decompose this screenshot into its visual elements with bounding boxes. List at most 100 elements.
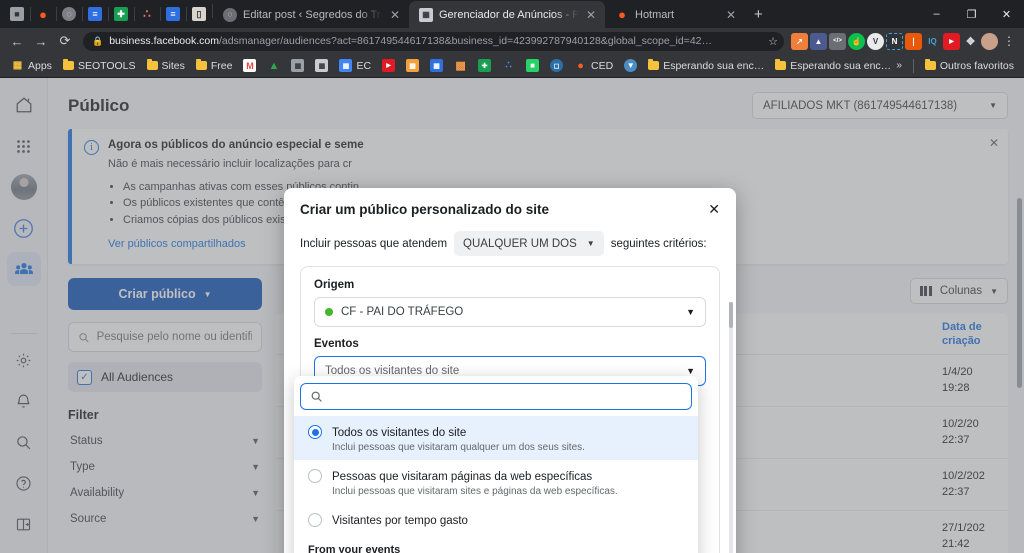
bookmark-esperando-1[interactable]: Esperando sua enc…	[643, 58, 769, 74]
bookmark-analytics[interactable]: ▩	[449, 57, 472, 74]
source-select[interactable]: CF - PAI DO TRÁFEGO ▼	[314, 297, 706, 327]
bookmark-free[interactable]: Free	[191, 58, 238, 74]
bookmark-esperando-2[interactable]: Esperando sua enc…	[770, 58, 896, 74]
folder-icon	[775, 59, 787, 70]
bookmark-archive[interactable]: ▦	[310, 57, 333, 74]
events-option-specific-pages[interactable]: Pessoas que visitaram páginas da web esp…	[294, 460, 698, 504]
events-group-heading: From your events	[308, 544, 401, 553]
source-value: CF - PAI DO TRÁFEGO	[341, 306, 464, 318]
tab-title: Gerenciador de Anúncios - Públic	[439, 8, 579, 21]
events-option-time-spent[interactable]: Visitantes por tempo gasto	[294, 504, 698, 536]
close-icon[interactable]: ✕	[585, 8, 597, 22]
tab-gerenciador-de-anuncios[interactable]: ▦ Gerenciador de Anúncios - Públic ✕	[409, 1, 605, 28]
tab-title: Hotmart	[635, 8, 675, 21]
radio-icon[interactable]	[308, 513, 322, 527]
bookmark-youtube[interactable]: ▶	[377, 57, 400, 74]
close-icon[interactable]: ✕	[389, 8, 401, 22]
iq-extension-icon[interactable]: IQ	[924, 32, 941, 50]
include-prefix-label: Incluir pessoas que atendem	[300, 237, 448, 250]
bookmarks-right-group: » Outros favoritos	[891, 58, 1019, 74]
bookmark-ec[interactable]: ▦ EC	[334, 57, 376, 74]
match-type-label: QUALQUER UM DOS	[463, 237, 577, 250]
forward-button[interactable]: →	[30, 30, 52, 52]
folder-icon	[146, 59, 158, 70]
thumbs-up-extension-icon[interactable]: ☝	[848, 32, 865, 50]
pinned-tab-8[interactable]: ▯	[186, 0, 212, 28]
new-tab-button[interactable]: +	[745, 1, 772, 28]
chrome-menu-button[interactable]: ⋮	[1000, 34, 1018, 48]
match-type-dropdown[interactable]: QUALQUER UM DOS ▼	[454, 231, 604, 256]
browser-window: ■ ● ◌ ≡ ✚ ∴ ≡ ▯ ◌ Editar post ‹ Segredos…	[0, 0, 1024, 553]
include-suffix-label: seguintes critérios:	[610, 237, 707, 250]
bookmark-mail2[interactable]: ▼	[619, 57, 642, 74]
minimize-button[interactable]: –	[919, 0, 954, 28]
tab-editar-post[interactable]: ◌ Editar post ‹ Segredos do Tráfego ✕	[213, 1, 409, 28]
bookmark-share[interactable]: ∴	[497, 57, 520, 74]
bookmark-sites[interactable]: Sites	[142, 58, 190, 74]
option-label: Todos os visitantes do site	[332, 427, 467, 439]
video-extension-icon[interactable]: ▶	[943, 32, 960, 50]
code-extension-icon[interactable]: </>	[829, 32, 846, 50]
bookmark-star-icon[interactable]: ☆	[768, 35, 778, 48]
bookmark-apps[interactable]: ▦ Apps	[6, 57, 57, 74]
close-icon[interactable]: ✕	[708, 202, 720, 216]
globe-icon: ◌	[223, 7, 237, 22]
funnel-extension-icon[interactable]: ▲	[810, 32, 827, 50]
profile-avatar[interactable]	[981, 32, 998, 50]
pinned-tab-3[interactable]: ◌	[56, 0, 82, 28]
bookmarks-overflow-button[interactable]: »	[891, 60, 907, 71]
bookmark-seotools[interactable]: SEOTOOLS	[58, 58, 141, 74]
bookmark-other-favorites[interactable]: Outros favoritos	[920, 58, 1019, 74]
bookmark-bank[interactable]: ▦	[286, 57, 309, 74]
back-button[interactable]: ←	[6, 30, 28, 52]
notion-extension-icon[interactable]: N	[886, 32, 903, 50]
bookmarks-bar: ▦ Apps SEOTOOLS Sites Free M ▲ ▦ ▦ ▦ EC	[0, 54, 1024, 78]
source-label: Origem	[314, 279, 355, 291]
events-dropdown-search[interactable]	[300, 383, 692, 410]
pinned-tab-5[interactable]: ✚	[108, 0, 134, 28]
option-text-group: Pessoas que visitaram páginas da web esp…	[332, 467, 618, 497]
tab-hotmart[interactable]: ● Hotmart ✕	[605, 1, 745, 28]
divider	[912, 58, 914, 73]
pinned-tab-6[interactable]: ∴	[134, 0, 160, 28]
address-bar[interactable]: 🔒 business.facebook.com/adsmanager/audie…	[83, 31, 784, 51]
bookmark-gmail[interactable]: M	[238, 57, 261, 74]
calendar-icon: ▦	[339, 59, 353, 72]
reload-button[interactable]: ⟳	[54, 30, 76, 52]
bookmark-terminal[interactable]: ◻	[545, 57, 568, 74]
mail-icon: ▼	[624, 59, 638, 72]
radio-icon[interactable]	[308, 469, 322, 483]
events-option-all-visitors[interactable]: Todos os visitantes do site Inclui pesso…	[294, 416, 698, 460]
trello-pinned-tab-icon: ▯	[192, 7, 206, 21]
url-path: /adsmanager/audiences?act=86174954461713…	[218, 35, 712, 47]
bookmark-photos[interactable]: ▦	[401, 57, 424, 74]
sheets-pinned-tab-icon: ✚	[114, 7, 128, 21]
vpn-extension-icon[interactable]: V	[867, 32, 884, 50]
bookmark-drive[interactable]: ▲	[262, 57, 285, 74]
folder-icon	[648, 59, 660, 70]
pinned-tab-7[interactable]: ≡	[160, 0, 186, 28]
close-window-button[interactable]: ✕	[989, 0, 1024, 28]
bar-chart-icon: ▩	[455, 60, 466, 72]
scrollbar-thumb[interactable]	[729, 302, 733, 328]
bookmark-label: Outros favoritos	[939, 59, 1014, 72]
radio-icon[interactable]	[308, 425, 322, 439]
bookmark-trello[interactable]: ▦	[425, 57, 448, 74]
events-search-input[interactable]	[331, 390, 682, 403]
keepa-extension-icon[interactable]: ❘	[905, 32, 922, 50]
chart-extension-icon[interactable]: ↗	[791, 32, 808, 50]
docs-pinned-tab-icon: ≡	[88, 7, 102, 21]
bookmark-whatsapp[interactable]: ■	[521, 57, 544, 74]
pinned-tab-4[interactable]: ≡	[82, 0, 108, 28]
bookmark-ced[interactable]: ● CED	[569, 57, 618, 74]
bookmark-sheets[interactable]: ✚	[473, 57, 496, 74]
pinned-tab-1[interactable]: ■	[4, 0, 30, 28]
puzzle-extension-icon[interactable]: ❖	[962, 32, 979, 50]
extension-icons: ↗ ▲ </> ☝ V N ❘ IQ ▶ ❖ ⋮	[786, 32, 1018, 50]
bookmark-label: Esperando sua enc…	[663, 59, 765, 72]
pinned-tab-2[interactable]: ●	[30, 0, 56, 28]
dialog-vertical-scrollbar[interactable]	[729, 302, 733, 553]
folder-icon	[924, 59, 936, 70]
maximize-button[interactable]: ❐	[954, 0, 989, 28]
close-icon[interactable]: ✕	[725, 8, 737, 22]
